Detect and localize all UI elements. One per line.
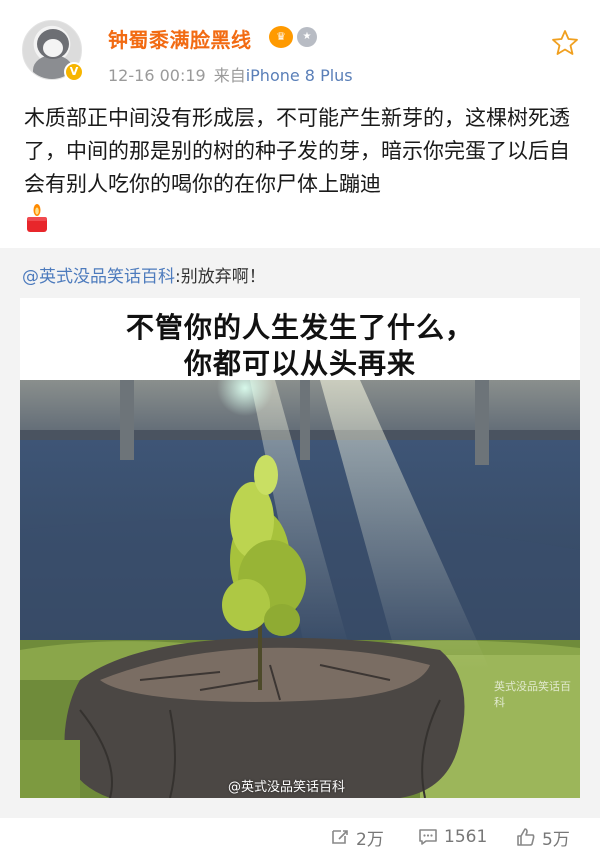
comment-count: 1561 xyxy=(444,827,488,847)
crown-badge-icon[interactable]: ♛ xyxy=(269,26,293,48)
post-time: 12-16 00:19 xyxy=(108,66,206,85)
device-name: iPhone 8 Plus xyxy=(245,66,353,85)
post-header: V 钟蜀黍满脸黑线 ♛ ★ 12-16 00:19 来自iPhone 8 Plus xyxy=(0,0,600,96)
caption-line-1: 不管你的人生发生了什么， xyxy=(125,311,474,344)
image-watermark-corner: 英式没品笑话百科 xyxy=(494,680,571,709)
medal-badge-icon[interactable]: ★ xyxy=(297,27,317,47)
post-text: 木质部正中间没有形成层，不可能产生新芽的，这棵树死透了，中间的那是别的树的种子发… xyxy=(24,106,570,196)
candle-emoji-icon xyxy=(27,204,47,232)
repost-image[interactable]: 不管你的人生发生了什么， 你都可以从头再来 英式没品笑话百科 @英式没品笑话百科 xyxy=(20,298,580,798)
verified-badge-icon: V xyxy=(64,62,84,82)
image-watermark: @英式没品笑话百科 xyxy=(228,780,346,795)
comment-icon xyxy=(419,829,437,845)
tree-stump-photo xyxy=(20,380,580,798)
like-count: 5万 xyxy=(542,829,570,850)
repost-body: :别放弃啊！ xyxy=(175,267,266,287)
repost-text: @英式没品笑话百科:别放弃啊！ xyxy=(22,262,266,287)
like-button[interactable]: 5万 xyxy=(516,824,570,850)
action-bar: 2万 1561 5万 xyxy=(0,818,600,859)
repost-button[interactable]: 2万 xyxy=(330,824,384,850)
repost-count: 2万 xyxy=(356,829,384,850)
repost-mention[interactable]: @英式没品笑话百科 xyxy=(22,267,175,287)
like-icon xyxy=(517,828,535,846)
post-meta: 12-16 00:19 来自iPhone 8 Plus xyxy=(108,62,353,86)
comment-button[interactable]: 1561 xyxy=(418,824,487,850)
repost-card[interactable]: @英式没品笑话百科:别放弃啊！ 不管你的人生发生了什么， 你都可以从头再来 英式… xyxy=(0,248,600,818)
username[interactable]: 钟蜀黍满脸黑线 xyxy=(108,24,252,53)
star-icon[interactable] xyxy=(550,28,580,58)
from-label: 来自 xyxy=(213,66,246,85)
caption-line-2: 你都可以从头再来 xyxy=(183,347,416,380)
image-caption: 不管你的人生发生了什么， 你都可以从头再来 xyxy=(20,298,580,380)
repost-icon xyxy=(332,830,348,844)
